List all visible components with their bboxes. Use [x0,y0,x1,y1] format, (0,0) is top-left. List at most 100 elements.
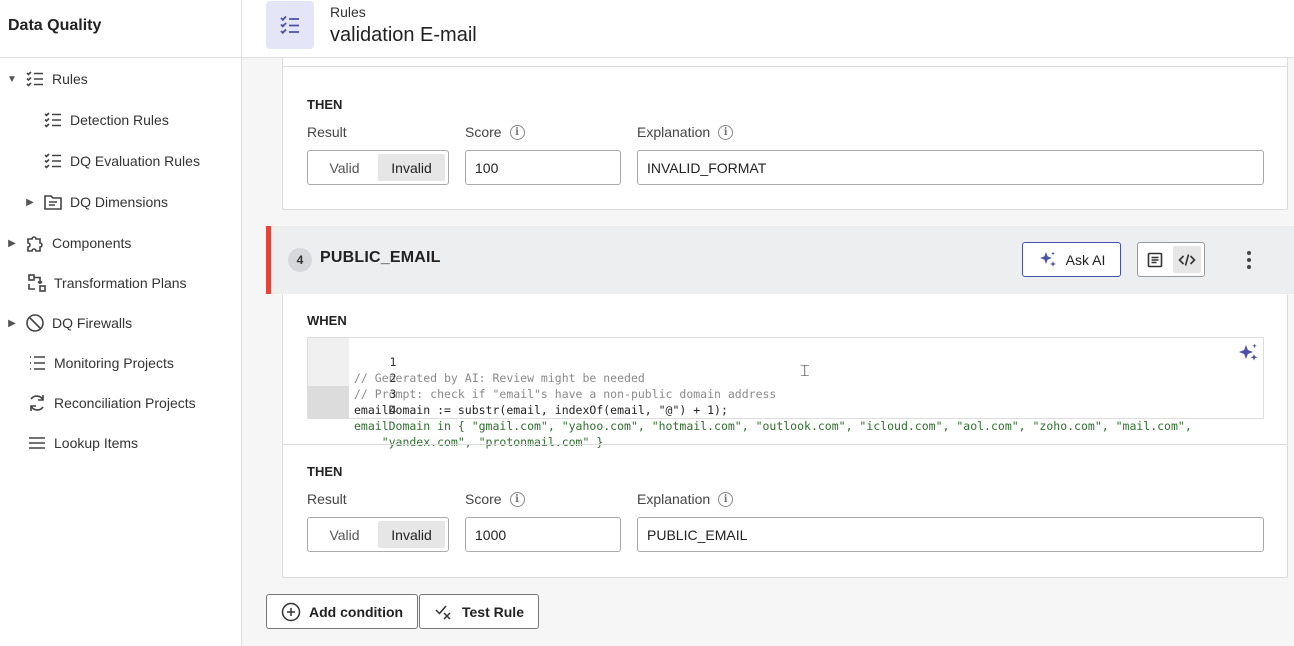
sidebar-item-dq-evaluation-rules[interactable]: DQ Evaluation Rules [42,145,200,177]
sidebar-item-label: Monitoring Projects [54,355,174,371]
sidebar-item-rules[interactable]: ▼ Rules [6,63,88,95]
score-label: Score i [465,124,525,140]
folder-icon [42,192,64,212]
plus-circle-icon [281,602,301,621]
result-toggle: Valid Invalid [307,150,449,185]
result-valid-option[interactable]: Valid [311,154,378,181]
caret-right-icon[interactable]: ▶ [6,238,18,249]
checklist-icon [42,151,64,171]
main-content: THEN Result Score i Explanation i Valid … [242,58,1294,646]
code-text: emailDomain := substr(email, indexOf(ema… [354,403,728,417]
explanation-label: Explanation i [637,124,734,140]
ask-ai-label: Ask AI [1065,251,1106,268]
ask-ai-button[interactable]: Ask AI [1022,242,1121,277]
sidebar: Data Quality ▼ Rules Detection Rules DQ … [0,0,242,646]
page-title: validation E-mail [330,24,477,46]
form-view-button[interactable] [1141,246,1169,273]
text-cursor-icon: ⌶ [800,361,810,380]
code-text: // Generated by AI: Review might be need… [354,371,645,385]
divider [283,66,1287,67]
then-label: THEN [307,97,343,112]
info-icon[interactable]: i [718,491,734,507]
caret-right-icon[interactable]: ▶ [6,318,18,329]
code-text: emailDomain in { "gmail.com", "yahoo.com… [354,419,1192,433]
sidebar-item-monitoring-projects[interactable]: Monitoring Projects [26,347,174,379]
code-line: 2 // Prompt: check if "email"s have a no… [308,354,776,401]
rule-number-badge: 4 [288,248,312,272]
page-header: Rules validation E-mail [242,0,1294,58]
sidebar-item-detection-rules[interactable]: Detection Rules [42,104,169,136]
code-editor[interactable]: 1 // Generated by AI: Review might be ne… [307,337,1264,449]
add-condition-label: Add condition [309,603,404,620]
score-label-text: Score [465,491,502,507]
code-text: "yandex.com", "protonmail.com" } [354,435,604,449]
sidebar-item-reconciliation-projects[interactable]: Reconciliation Projects [26,387,196,419]
info-icon[interactable]: i [509,124,525,140]
when-label: WHEN [307,313,347,328]
result-label: Result [307,124,347,140]
explanation-label-text: Explanation [637,491,711,507]
sidebar-item-label: Transformation Plans [54,275,187,291]
add-condition-button[interactable]: Add condition [266,594,419,629]
result-valid-option[interactable]: Valid [311,521,378,548]
sidebar-item-dq-dimensions[interactable]: ▶ DQ Dimensions [24,186,168,218]
code-text: // Prompt: check if "email"s have a non-… [354,387,777,401]
checklist-icon [266,1,314,49]
prohibit-icon [24,313,46,333]
result-invalid-option[interactable]: Invalid [378,521,445,548]
view-mode-toggle [1137,242,1205,277]
score-input[interactable]: 100 [465,150,621,185]
code-line: 1 // Generated by AI: Review might be ne… [308,338,645,385]
sidebar-item-label: Reconciliation Projects [54,395,196,411]
rule-card-4: WHEN 1 // Generated by AI: Review might … [282,294,1288,578]
info-icon[interactable]: i [718,124,734,140]
rule-name: PUBLIC_EMAIL [320,249,441,266]
sidebar-item-transformation-plans[interactable]: Transformation Plans [26,267,187,299]
explanation-label-text: Explanation [637,124,711,140]
checklist-icon [24,69,46,89]
sidebar-item-components[interactable]: ▶ Components [6,227,131,259]
code-line: 3 emailDomain := substr(email, indexOf(e… [308,370,728,417]
sidebar-item-lookup-items[interactable]: Lookup Items [26,427,138,459]
caret-down-icon[interactable]: ▼ [6,74,18,85]
result-label: Result [307,491,347,507]
checklist-icon [42,110,64,130]
puzzle-icon [24,233,46,253]
refresh-icon [26,393,48,413]
code-line: "yandex.com", "protonmail.com" } [308,402,604,449]
sidebar-item-label: DQ Dimensions [70,194,169,210]
menu-icon [26,433,48,453]
info-icon[interactable]: i [509,491,525,507]
list-icon [26,353,48,373]
result-invalid-option[interactable]: Invalid [378,154,445,181]
check-cross-icon [435,605,451,620]
explanation-input[interactable]: INVALID_FORMAT [637,150,1264,185]
breadcrumb[interactable]: Rules [330,4,366,20]
score-label-text: Score [465,124,502,140]
divider [283,444,1287,445]
sidebar-item-label: Rules [52,71,88,87]
sparkle-icon [1039,251,1056,267]
test-rule-button[interactable]: Test Rule [419,594,539,629]
result-label-text: Result [307,124,347,140]
sidebar-item-dq-firewalls[interactable]: ▶ DQ Firewalls [6,307,132,339]
caret-right-icon[interactable]: ▶ [24,197,36,208]
sidebar-item-label: Lookup Items [54,435,139,451]
sidebar-item-label: DQ Firewalls [52,315,133,331]
code-line: 4 emailDomain in { "gmail.com", "yahoo.c… [308,386,1192,433]
code-view-button[interactable] [1173,246,1201,273]
result-toggle: Valid Invalid [307,517,449,552]
code-icon [1178,253,1196,266]
rule-header-4[interactable]: 4 PUBLIC_EMAIL Ask AI [266,226,1294,294]
explanation-input[interactable]: PUBLIC_EMAIL [637,517,1264,552]
app-title: Data Quality [0,0,241,58]
result-label-text: Result [307,491,347,507]
sidebar-item-label: Detection Rules [70,112,169,128]
ai-sparkle-icon[interactable] [1238,342,1260,364]
transform-icon [26,273,48,293]
score-label: Score i [465,491,525,507]
more-options-icon[interactable] [1240,248,1258,272]
sidebar-item-label: DQ Evaluation Rules [70,153,200,169]
score-input[interactable]: 1000 [465,517,621,552]
explanation-label: Explanation i [637,491,734,507]
